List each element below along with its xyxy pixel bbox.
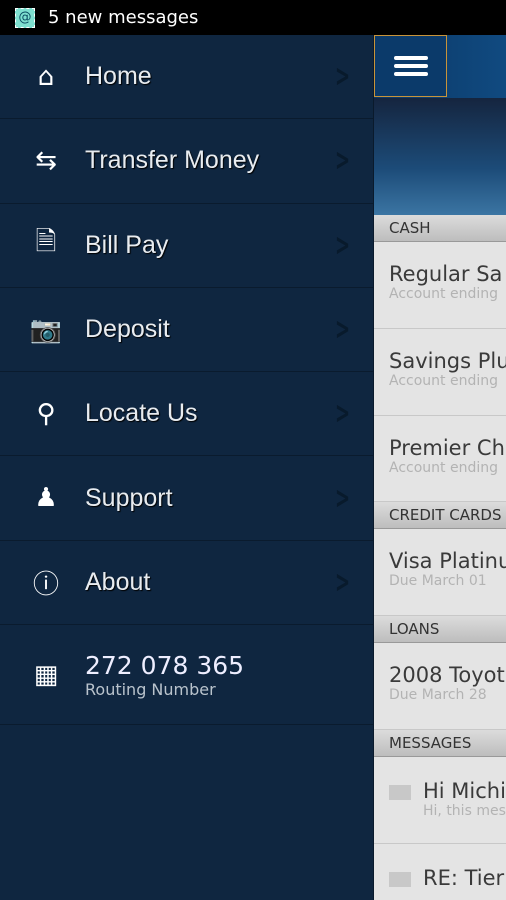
section-header-loans: LOANS <box>374 616 506 643</box>
email-at-icon: @ <box>15 7 35 28</box>
hero-banner <box>374 98 506 215</box>
sidebar-item-label: Deposit <box>85 315 170 344</box>
account-title: Premier Ch <box>389 436 505 460</box>
chevron-right-icon: > <box>335 480 351 516</box>
sidebar-item-about[interactable]: ⓘ About > <box>0 541 373 626</box>
account-title: Savings Plu <box>389 349 506 373</box>
chevron-right-icon: > <box>335 143 351 179</box>
account-row[interactable]: 2008 Toyot Due March 28 <box>374 643 506 730</box>
sidebar-item-home[interactable]: ⌂ Home > <box>0 35 373 120</box>
account-subtitle: Account ending <box>389 286 498 302</box>
routing-number-label: Routing Number <box>85 679 216 699</box>
status-bar: @ 5 new messages <box>0 0 506 35</box>
message-row[interactable]: Hi Michi Hi, this mes <box>374 757 506 844</box>
chevron-right-icon: > <box>335 564 351 600</box>
sidebar-item-label: Locate Us <box>85 399 198 428</box>
chevron-right-icon: > <box>335 312 351 348</box>
sidebar-item-support[interactable]: ♟ Support > <box>0 456 373 541</box>
account-title: Visa Platinu <box>389 549 506 573</box>
sidebar-item-bill-pay[interactable]: 🗎 Bill Pay > <box>0 204 373 288</box>
navigation-drawer: ⌂ Home > ⇆ Transfer Money > 🗎 Bill Pay > 📷 Depo… <box>0 35 374 900</box>
section-header-cash: CASH <box>374 215 506 242</box>
sidebar-item-label: Transfer Money <box>85 146 260 175</box>
app-header <box>374 35 506 98</box>
sidebar-item-label: Support <box>85 483 173 512</box>
account-subtitle: Due March 01 <box>389 573 487 589</box>
users-icon: ♟ <box>34 483 58 514</box>
camera-icon: 📷 <box>29 314 63 345</box>
account-row[interactable]: Savings Plu Account ending <box>374 329 506 416</box>
home-icon: ⌂ <box>37 61 55 92</box>
sidebar-item-deposit[interactable]: 📷 Deposit > <box>0 288 373 373</box>
sidebar-item-label: Bill Pay <box>85 230 169 259</box>
account-subtitle: Account ending <box>389 373 498 389</box>
section-header-messages: MESSAGES <box>374 730 506 757</box>
accounts-panel: CASH Regular Sa Account ending Savings Pl… <box>374 35 506 900</box>
chevron-right-icon: > <box>335 396 351 432</box>
sidebar-item-label: About <box>85 567 151 596</box>
routing-icon: ▦ <box>33 659 59 690</box>
chevron-right-icon: > <box>335 227 351 263</box>
sidebar-item-label: Home <box>85 62 152 91</box>
envelope-icon <box>389 872 411 887</box>
account-row[interactable]: Visa Platinu Due March 01 <box>374 529 506 616</box>
account-subtitle: Account ending <box>389 460 498 476</box>
menu-button[interactable] <box>374 35 447 97</box>
account-subtitle: Due March 28 <box>389 687 487 703</box>
account-title: Regular Sa <box>389 262 503 286</box>
document-icon: 🗎 <box>35 227 57 258</box>
transfer-arrows-icon: ⇆ <box>35 145 57 176</box>
chevron-right-icon: > <box>335 59 351 95</box>
envelope-icon <box>389 785 411 800</box>
section-header-credit-cards: CREDIT CARDS <box>374 502 506 529</box>
account-row[interactable]: Regular Sa Account ending <box>374 242 506 329</box>
message-row[interactable]: RE: Tier <box>374 844 506 900</box>
info-icon: ⓘ <box>32 569 59 600</box>
map-pin-icon: ⚲ <box>36 398 56 429</box>
message-title: RE: Tier <box>423 866 505 890</box>
account-title: 2008 Toyot <box>389 663 505 687</box>
routing-number-value: 272 078 365 <box>85 650 245 680</box>
message-title: Hi Michi <box>423 779 506 803</box>
sidebar-item-transfer-money[interactable]: ⇆ Transfer Money > <box>0 119 373 204</box>
routing-number: ▦ 272 078 365 Routing Number <box>0 625 373 726</box>
account-row[interactable]: Premier Ch Account ending <box>374 416 506 502</box>
sidebar-item-locate-us[interactable]: ⚲ Locate Us > <box>0 372 373 457</box>
notification-text: 5 new messages <box>48 7 199 28</box>
message-preview: Hi, this mes <box>423 803 506 819</box>
